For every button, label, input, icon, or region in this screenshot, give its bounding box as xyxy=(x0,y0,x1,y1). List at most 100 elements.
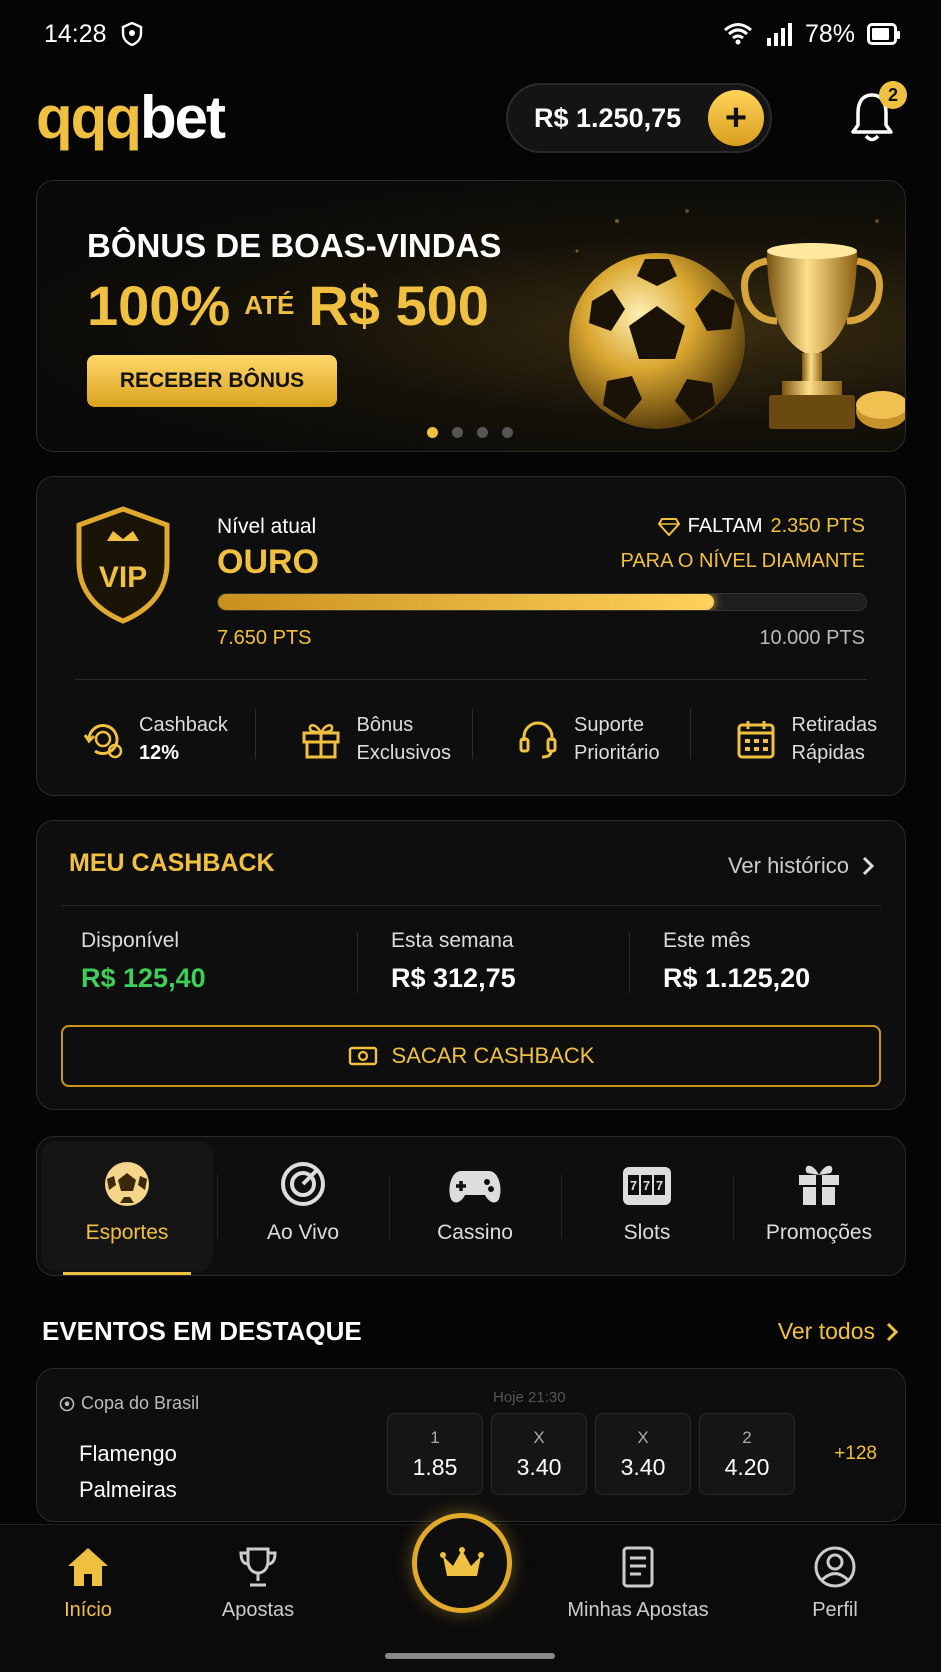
odd-button[interactable]: 1 1.85 xyxy=(387,1413,483,1495)
brand-logo[interactable]: qqqbet xyxy=(36,83,226,152)
nav-label: Apostas xyxy=(221,1599,295,1621)
tab-esportes[interactable]: Esportes xyxy=(41,1141,213,1275)
odd-key: X xyxy=(533,1427,545,1447)
battery-icon xyxy=(867,23,900,45)
status-bar: 14:28 78% xyxy=(0,0,941,68)
gift-icon xyxy=(799,1165,839,1205)
banner-percent: 100% xyxy=(87,274,231,337)
current-points: 7.650 PTS xyxy=(217,627,312,649)
divider xyxy=(61,905,881,906)
tab-label: Cassino xyxy=(437,1221,513,1244)
promo-banner[interactable]: BÔNUS DE BOAS-VINDAS 100% ATÉ R$ 500 REC… xyxy=(36,180,906,452)
nav-home[interactable]: Início xyxy=(8,1545,168,1622)
chevron-right-icon xyxy=(862,856,875,876)
svg-text:7: 7 xyxy=(656,1178,663,1193)
carousel-dot[interactable] xyxy=(502,427,513,438)
carousel-dot[interactable] xyxy=(427,427,438,438)
cashback-card: MEU CASHBACK Ver histórico Disponível R$… xyxy=(36,820,906,1110)
perk-value: 12% xyxy=(139,742,180,764)
target-icon xyxy=(281,1162,325,1206)
nav-bets[interactable]: Apostas xyxy=(178,1545,338,1622)
level-progress-fill xyxy=(218,594,714,610)
tab-slots[interactable]: 777 Slots xyxy=(561,1137,733,1275)
banner-amount: R$ 500 xyxy=(308,274,489,337)
carousel-dot[interactable] xyxy=(452,427,463,438)
vip-crown-button[interactable] xyxy=(412,1513,512,1613)
points-needed-prefix: FALTAM xyxy=(687,515,763,537)
home-team: Flamengo xyxy=(79,1441,177,1466)
cashback-month: Este mês R$ 1.125,20 xyxy=(663,929,810,994)
tab-promocoes[interactable]: Promoções xyxy=(733,1137,905,1275)
withdraw-cashback-button[interactable]: SACAR CASHBACK xyxy=(61,1025,881,1087)
tab-cassino[interactable]: Cassino xyxy=(389,1137,561,1275)
banner-title: BÔNUS DE BOAS-VINDAS xyxy=(87,227,502,264)
vip-card: VIP Nível atual OURO FALTAM 2.350 PTS PA… xyxy=(36,476,906,796)
divider xyxy=(75,679,867,680)
category-tabs: Esportes Ao Vivo Cassino 777 Slots Promo… xyxy=(36,1136,906,1276)
perk-title: Retiradas xyxy=(791,714,878,736)
level-label: Nível atual xyxy=(217,515,317,538)
balance-pill[interactable]: R$ 1.250,75 + xyxy=(506,83,772,153)
odd-key: X xyxy=(637,1427,649,1447)
see-all-link[interactable]: Ver todos xyxy=(778,1318,899,1345)
perk-fast-withdrawals[interactable]: Retiradas Rápidas xyxy=(689,689,908,789)
divider xyxy=(357,933,358,993)
nav-my-bets[interactable]: Minhas Apostas xyxy=(558,1545,718,1622)
events-heading: EVENTOS EM DESTAQUE xyxy=(42,1316,362,1346)
soccer-ball-icon xyxy=(105,1162,149,1206)
gamepad-icon xyxy=(449,1171,501,1203)
odd-value: 3.40 xyxy=(620,1453,666,1480)
perk-cashback[interactable]: Cashback 12% xyxy=(37,689,255,789)
available-label: Disponível xyxy=(81,929,180,952)
svg-text:7: 7 xyxy=(630,1178,637,1193)
tab-label: Slots xyxy=(623,1221,671,1244)
banner-offer: 100% ATÉ R$ 500 xyxy=(87,273,489,338)
week-label: Esta semana xyxy=(391,929,514,952)
vip-shield-icon: VIP xyxy=(76,506,170,624)
history-link[interactable]: Ver histórico xyxy=(728,853,875,879)
odd-value: 1.85 xyxy=(412,1453,458,1480)
balance-amount: R$ 1.250,75 xyxy=(534,102,682,133)
slot-machine-icon: 777 xyxy=(623,1167,671,1205)
nav-label: Minhas Apostas xyxy=(567,1599,709,1621)
cashback-title: MEU CASHBACK xyxy=(69,849,275,877)
headset-icon xyxy=(519,721,557,759)
bottom-nav: Início Apostas Minhas Apostas Perfil xyxy=(0,1513,941,1672)
nav-label: Perfil xyxy=(812,1599,858,1621)
carousel-dot[interactable] xyxy=(477,427,488,438)
event-card[interactable]: Copa do Brasil Hoje 21:30 Flamengo Palme… xyxy=(36,1368,906,1522)
cashback-icon xyxy=(83,724,123,759)
battery-percent: 78% xyxy=(804,19,855,48)
user-icon xyxy=(814,1546,856,1588)
next-level-name: PARA O NÍVEL DIAMANTE xyxy=(620,550,865,572)
perk-exclusive-bonus[interactable]: Bônus Exclusivos xyxy=(254,689,473,789)
more-markets-link[interactable]: +128 xyxy=(834,1443,877,1465)
odd-button[interactable]: X 3.40 xyxy=(595,1413,691,1495)
odd-button[interactable]: X 3.40 xyxy=(491,1413,587,1495)
nav-profile[interactable]: Perfil xyxy=(755,1545,915,1622)
vip-perks: Cashback 12% Bônus Exclusivos Suporte Prior… xyxy=(37,689,907,789)
away-team: Palmeiras xyxy=(79,1477,177,1502)
shield-icon xyxy=(121,22,142,46)
home-icon xyxy=(68,1548,108,1586)
odd-button[interactable]: 2 4.20 xyxy=(699,1413,795,1495)
deposit-add-button[interactable]: + xyxy=(708,90,764,146)
perk-subtitle: Rápidas xyxy=(791,742,865,764)
claim-bonus-button[interactable]: RECEBER BÔNUS xyxy=(87,355,337,407)
next-level-info: FALTAM 2.350 PTS PARA O NÍVEL DIAMANTE xyxy=(620,515,865,573)
gift-icon xyxy=(302,724,339,759)
month-value: R$ 1.125,20 xyxy=(663,963,811,993)
trophy-icon xyxy=(239,1547,277,1587)
points-needed: 2.350 PTS xyxy=(770,515,865,537)
carousel-dots[interactable] xyxy=(427,427,513,438)
perk-title: Bônus xyxy=(356,714,414,736)
level-progress-bar xyxy=(217,593,867,611)
odd-value: 3.40 xyxy=(516,1453,562,1480)
home-indicator[interactable] xyxy=(385,1653,555,1659)
odds-group: 1 1.85 X 3.40 X 3.40 2 4.20 xyxy=(387,1413,795,1495)
perk-title: Suporte xyxy=(574,714,645,736)
tab-ao-vivo[interactable]: Ao Vivo xyxy=(217,1137,389,1275)
perk-priority-support[interactable]: Suporte Prioritário xyxy=(472,689,690,789)
divider xyxy=(629,933,630,993)
odd-value: 4.20 xyxy=(724,1453,770,1480)
